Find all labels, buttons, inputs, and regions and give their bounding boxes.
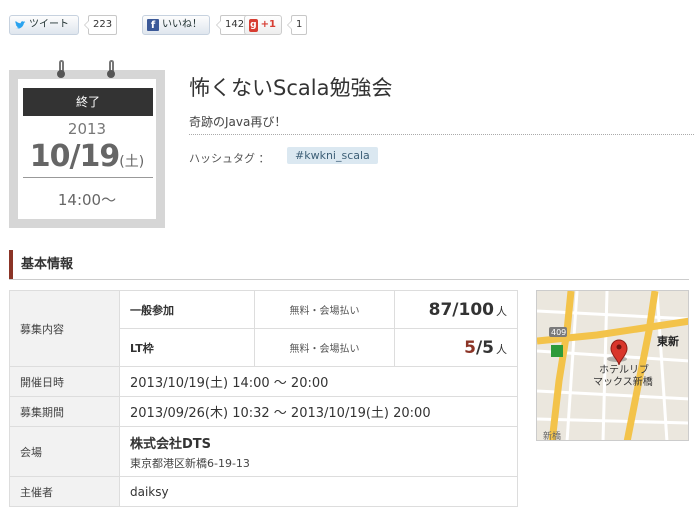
event-calendar: 終了 2013 10/19(土) 14:00〜 bbox=[9, 60, 165, 228]
ticket-count-unit: 人 bbox=[496, 342, 507, 356]
ticket-fee: 無料・会場払い bbox=[254, 290, 395, 329]
organizer-link[interactable]: daiksy bbox=[119, 476, 518, 507]
map-label-bottom: 新橋 bbox=[543, 430, 561, 441]
event-year: 2013 bbox=[67, 120, 107, 138]
social-bar: ツイート 223 f いいね！ 142 g +1 1 bbox=[9, 15, 689, 37]
map-label-hotel2: マックス新橋 bbox=[593, 375, 653, 388]
tweet-label: ツイート bbox=[29, 19, 69, 30]
organizer-label: 主催者 bbox=[9, 476, 120, 507]
event-info-table: 募集内容 一般参加 無料・会場払い 87/100 人 LT枠 無料・会場払い 5/… bbox=[9, 290, 518, 507]
ticket-count: 87/100 人 bbox=[394, 290, 518, 329]
event-subtitle: 奇跡のJava再び！ bbox=[189, 115, 287, 129]
binder-ring-icon bbox=[57, 60, 65, 78]
twitter-bird-icon bbox=[14, 20, 26, 30]
hashtag-link[interactable]: #kwkni_scala bbox=[287, 147, 378, 164]
event-weekday: (土) bbox=[119, 154, 145, 170]
gplus-button[interactable]: g +1 bbox=[244, 15, 282, 35]
date-label: 開催日時 bbox=[9, 366, 120, 397]
event-status-badge: 終了 bbox=[23, 88, 153, 116]
like-label: いいね！ bbox=[162, 19, 202, 30]
venue-label: 会場 bbox=[9, 426, 120, 477]
ticket-count-value: 87/100 bbox=[428, 299, 494, 320]
title-divider bbox=[189, 134, 694, 135]
venue-address: 東京都港区新橋6-19-13 bbox=[130, 456, 250, 470]
ticket-category: 一般参加 bbox=[119, 290, 255, 329]
map-label-area: 東新 bbox=[657, 334, 679, 348]
table-row: 募集期間 2013/09/26(木) 10:32 〜 2013/10/19(土)… bbox=[9, 396, 518, 427]
ticket-count-max: /5 bbox=[475, 337, 494, 358]
period-label: 募集期間 bbox=[9, 396, 120, 427]
table-row: 主催者 daiksy bbox=[9, 476, 518, 507]
ticket-fee: 無料・会場払い bbox=[254, 328, 395, 367]
event-day: 10/19 bbox=[29, 139, 120, 174]
table-row: 募集内容 一般参加 無料・会場払い 87/100 人 bbox=[9, 290, 518, 367]
date-value: 2013/10/19(土) 14:00 〜 20:00 bbox=[119, 366, 518, 397]
venue-cell: 株式会社DTS 東京都港区新橋6-19-13 bbox=[119, 426, 518, 477]
gplus-icon: g bbox=[249, 18, 258, 32]
binder-ring-icon bbox=[107, 60, 115, 78]
period-value: 2013/09/26(木) 10:32 〜 2013/10/19(土) 20:0… bbox=[119, 396, 518, 427]
tweet-button[interactable]: ツイート bbox=[9, 15, 79, 35]
event-date: 10/19(土) bbox=[9, 139, 165, 174]
table-row: 会場 株式会社DTS 東京都港区新橋6-19-13 bbox=[9, 426, 518, 477]
facebook-icon: f bbox=[147, 19, 159, 31]
event-start-time: 14:00〜 bbox=[57, 191, 117, 209]
map-graphic: 409 ホテルリブ マックス新橋 東新 新橋 bbox=[537, 291, 688, 441]
map-label-hotel: ホテルリブ bbox=[599, 363, 649, 376]
map-route-label: 409 bbox=[551, 328, 566, 337]
hashtag-label: ハッシュタグ ： bbox=[189, 152, 270, 165]
ticket-count-unit: 人 bbox=[496, 304, 507, 318]
ticket-category: LT枠 bbox=[119, 328, 255, 367]
venue-map[interactable]: 409 ホテルリブ マックス新橋 東新 新橋 bbox=[536, 290, 689, 441]
section-heading: 基本情報 bbox=[9, 250, 689, 280]
section-divider bbox=[9, 279, 689, 280]
gplus-label: +1 bbox=[260, 19, 276, 30]
venue-name: 株式会社DTS bbox=[130, 436, 212, 452]
calendar-divider bbox=[23, 177, 153, 178]
ticket-count: 5/5 人 bbox=[394, 328, 518, 367]
tweet-count: 223 bbox=[83, 15, 118, 35]
facebook-like-button[interactable]: f いいね！ bbox=[142, 15, 210, 35]
recruit-label: 募集内容 bbox=[9, 290, 120, 367]
gplus-count: 1 bbox=[286, 15, 308, 35]
table-row: 開催日時 2013/10/19(土) 14:00 〜 20:00 bbox=[9, 366, 518, 397]
ticket-count-current: 5 bbox=[464, 337, 476, 358]
event-title: 怖くないScala勉強会 bbox=[189, 76, 393, 100]
